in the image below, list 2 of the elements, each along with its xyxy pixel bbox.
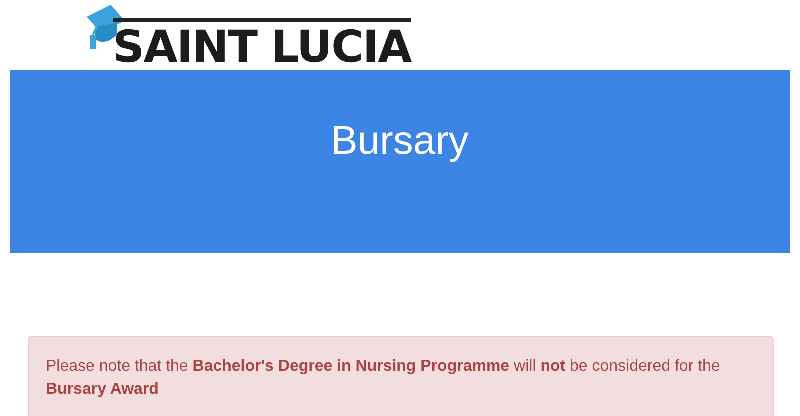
page-title: Bursary xyxy=(331,118,469,165)
alert-message: Please note that the Bachelor's Degree in Nursing Programme will not be considered for the Bursary Award xyxy=(46,357,722,400)
